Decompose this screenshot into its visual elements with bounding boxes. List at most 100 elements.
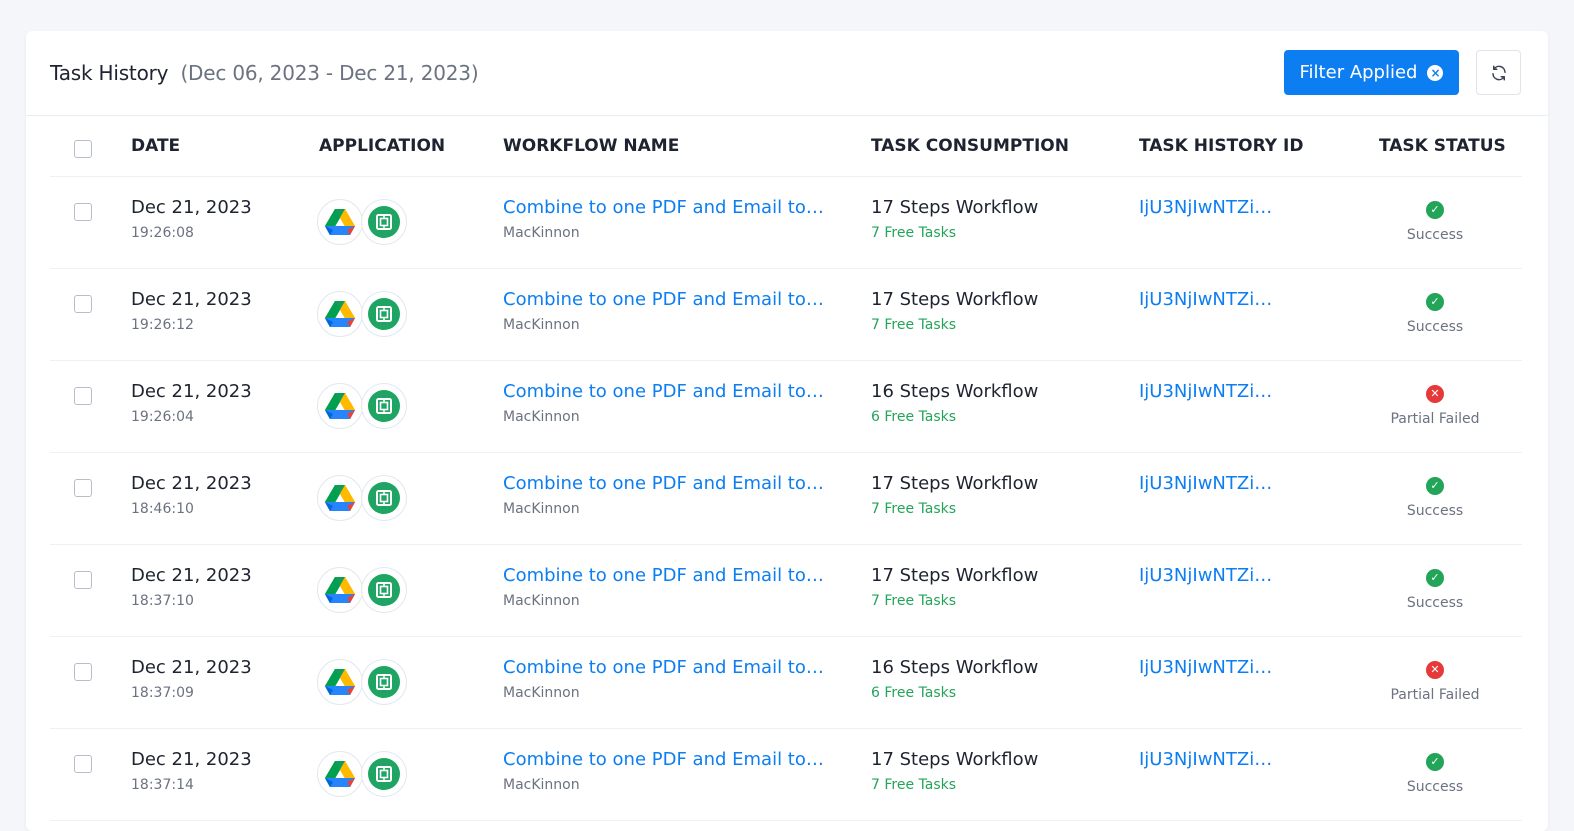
table-row[interactable]: Dec 21, 2023 18:37:10 Combine to one PDF a…	[50, 545, 1522, 637]
task-steps: 17 Steps Workflow	[871, 565, 1039, 586]
card-header: Task History (Dec 06, 2023 - Dec 21, 202…	[26, 31, 1548, 116]
row-date: Dec 21, 2023	[131, 289, 252, 310]
date-range: (Dec 06, 2023 - Dec 21, 2023)	[180, 61, 479, 85]
task-steps: 17 Steps Workflow	[871, 749, 1039, 770]
workflow-owner: MacKinnon	[503, 777, 580, 793]
status-text: Success	[1406, 779, 1464, 795]
row-date: Dec 21, 2023	[131, 197, 252, 218]
row-time: 19:26:04	[131, 409, 194, 425]
task-history-id-link[interactable]: IjU3NjIwNTZi…	[1139, 749, 1272, 770]
row-time: 18:37:09	[131, 685, 194, 701]
app-badge	[317, 475, 363, 521]
google-drive-icon	[325, 392, 355, 419]
google-drive-icon	[325, 760, 355, 787]
status-badge: ✓ Success	[1370, 293, 1500, 335]
table-row[interactable]: Dec 21, 2023 19:26:04 Combine to one PDF a…	[50, 361, 1522, 453]
row-applications	[317, 291, 409, 341]
green-app-icon	[368, 574, 400, 606]
task-history-id-link[interactable]: IjU3NjIwNTZi…	[1139, 657, 1272, 678]
free-tasks: 7 Free Tasks	[871, 593, 957, 609]
app-badge	[361, 659, 407, 705]
task-history-id-link[interactable]: IjU3NjIwNTZi…	[1139, 289, 1272, 310]
check-circle-icon: ✓	[1426, 569, 1444, 587]
row-time: 18:46:10	[131, 501, 194, 517]
status-badge: ✕ Partial Failed	[1370, 385, 1500, 427]
app-badge	[317, 291, 363, 337]
green-app-icon	[368, 298, 400, 330]
row-checkbox[interactable]	[74, 387, 92, 405]
table-row[interactable]: Dec 21, 2023 18:37:14 Combine to one PDF a…	[50, 729, 1522, 821]
check-circle-icon: ✓	[1426, 293, 1444, 311]
status-badge: ✓ Success	[1370, 201, 1500, 243]
row-applications	[317, 383, 409, 433]
refresh-button[interactable]	[1476, 50, 1521, 95]
workflow-name-link[interactable]: Combine to one PDF and Email to…	[503, 657, 824, 678]
status-text: Partial Failed	[1390, 687, 1480, 703]
app-badge	[361, 475, 407, 521]
title-text: Task History	[50, 61, 169, 85]
table-row[interactable]: Dec 21, 2023 19:26:12 Combine to one PDF a…	[50, 269, 1522, 361]
select-all-checkbox[interactable]	[74, 140, 92, 158]
google-drive-icon	[325, 576, 355, 603]
workflow-owner: MacKinnon	[503, 685, 580, 701]
row-date: Dec 21, 2023	[131, 381, 252, 402]
google-drive-icon	[325, 300, 355, 327]
row-time: 18:37:10	[131, 593, 194, 609]
task-history-id-link[interactable]: IjU3NjIwNTZi…	[1139, 197, 1272, 218]
workflow-name-link[interactable]: Combine to one PDF and Email to…	[503, 565, 824, 586]
task-steps: 16 Steps Workflow	[871, 381, 1039, 402]
free-tasks: 7 Free Tasks	[871, 501, 957, 517]
app-badge	[317, 383, 363, 429]
task-history-id-link[interactable]: IjU3NjIwNTZi…	[1139, 473, 1272, 494]
status-text: Success	[1406, 595, 1464, 611]
task-history-id-link[interactable]: IjU3NjIwNTZi…	[1139, 565, 1272, 586]
filter-label: Filter Applied	[1299, 62, 1418, 83]
row-checkbox[interactable]	[74, 479, 92, 497]
task-history-id-link[interactable]: IjU3NjIwNTZi…	[1139, 381, 1272, 402]
row-checkbox[interactable]	[74, 571, 92, 589]
column-workflow-name[interactable]: WORKFLOW NAME	[503, 136, 679, 156]
workflow-name-link[interactable]: Combine to one PDF and Email to…	[503, 473, 824, 494]
workflow-owner: MacKinnon	[503, 225, 580, 241]
workflow-name-link[interactable]: Combine to one PDF and Email to…	[503, 289, 824, 310]
workflow-name-link[interactable]: Combine to one PDF and Email to…	[503, 749, 824, 770]
row-date: Dec 21, 2023	[131, 749, 252, 770]
workflow-name-link[interactable]: Combine to one PDF and Email to…	[503, 197, 824, 218]
workflow-name-link[interactable]: Combine to one PDF and Email to…	[503, 381, 824, 402]
filter-applied-button[interactable]: Filter Applied ×	[1284, 50, 1459, 95]
workflow-owner: MacKinnon	[503, 317, 580, 333]
status-text: Partial Failed	[1390, 411, 1480, 427]
row-checkbox[interactable]	[74, 203, 92, 221]
workflow-owner: MacKinnon	[503, 409, 580, 425]
column-task-history-id[interactable]: TASK HISTORY ID	[1139, 136, 1303, 156]
free-tasks: 6 Free Tasks	[871, 409, 957, 425]
free-tasks: 7 Free Tasks	[871, 225, 957, 241]
task-steps: 16 Steps Workflow	[871, 657, 1039, 678]
table-row[interactable]: Dec 21, 2023 18:37:09 Combine to one PDF a…	[50, 637, 1522, 729]
table-row[interactable]: Dec 21, 2023 18:46:10 Combine to one PDF a…	[50, 453, 1522, 545]
row-date: Dec 21, 2023	[131, 565, 252, 586]
row-checkbox[interactable]	[74, 295, 92, 313]
row-time: 19:26:12	[131, 317, 194, 333]
row-applications	[317, 751, 409, 801]
table-row[interactable]: Dec 21, 2023 19:26:08 Combine to one PDF a…	[50, 177, 1522, 269]
column-task-consumption[interactable]: TASK CONSUMPTION	[871, 136, 1069, 156]
row-checkbox[interactable]	[74, 755, 92, 773]
x-circle-icon: ✕	[1426, 661, 1444, 679]
row-checkbox[interactable]	[74, 663, 92, 681]
green-app-icon	[368, 390, 400, 422]
row-applications	[317, 475, 409, 525]
app-badge	[317, 751, 363, 797]
status-badge: ✓ Success	[1370, 477, 1500, 519]
column-date[interactable]: DATE	[131, 136, 180, 156]
status-text: Success	[1406, 503, 1464, 519]
row-date: Dec 21, 2023	[131, 473, 252, 494]
check-circle-icon: ✓	[1426, 201, 1444, 219]
column-task-status[interactable]: TASK STATUS	[1379, 136, 1506, 156]
status-badge: ✓ Success	[1370, 569, 1500, 611]
close-circle-icon[interactable]: ×	[1427, 64, 1444, 81]
column-application[interactable]: APPLICATION	[319, 136, 445, 156]
google-drive-icon	[325, 484, 355, 511]
app-badge	[361, 199, 407, 245]
task-steps: 17 Steps Workflow	[871, 473, 1039, 494]
